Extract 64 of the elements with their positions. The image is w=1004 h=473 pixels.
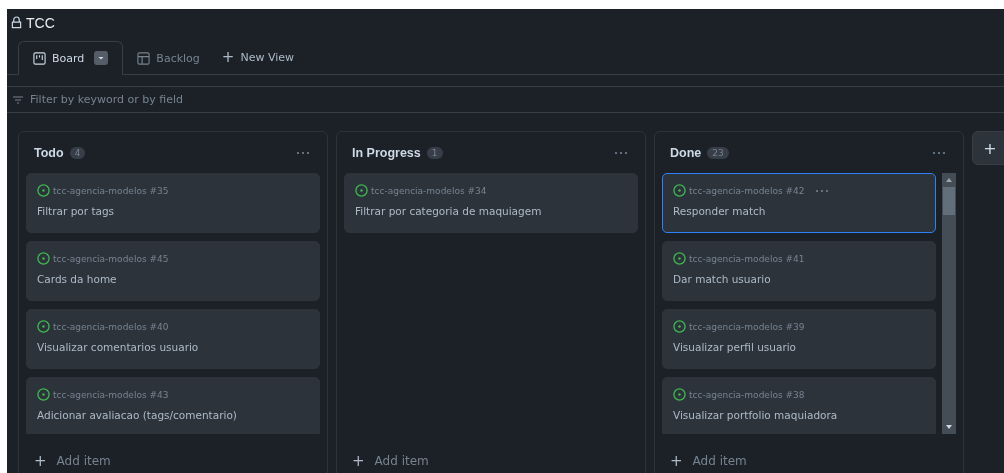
issue-reference[interactable]: tcc-agencia-modelos #45	[53, 253, 169, 264]
open-issue-icon	[673, 320, 686, 333]
open-issue-icon	[673, 388, 686, 401]
issue-card[interactable]: tcc-agencia-modelos #45 Cards da home	[26, 241, 320, 301]
item-count: 4	[69, 146, 86, 159]
issue-reference[interactable]: tcc-agencia-modelos #43	[53, 389, 169, 400]
issue-reference[interactable]: tcc-agencia-modelos #41	[689, 253, 805, 264]
scrollbar[interactable]	[942, 173, 956, 434]
board-icon	[33, 51, 46, 65]
issue-reference[interactable]: tcc-agencia-modelos #39	[689, 321, 805, 332]
issue-card[interactable]: tcc-agencia-modelos #38 Visualizar portfolio maquiadora	[662, 377, 936, 434]
project-title: TCC	[26, 14, 55, 31]
open-issue-icon	[37, 252, 50, 265]
open-issue-icon	[37, 184, 50, 197]
open-issue-icon	[673, 252, 686, 265]
open-issue-icon	[37, 388, 50, 401]
more-icon[interactable]	[296, 150, 310, 155]
item-count: 23	[707, 146, 729, 159]
more-icon[interactable]	[614, 150, 628, 155]
issue-card[interactable]: tcc-agencia-modelos #35 Filtrar por tags	[26, 173, 320, 233]
issue-reference[interactable]: tcc-agencia-modelos #35	[53, 185, 169, 196]
issue-reference[interactable]: tcc-agencia-modelos #42	[689, 185, 805, 196]
issue-card[interactable]: tcc-agencia-modelos #43 Adicionar avaliacao (tags/comentario)	[26, 377, 320, 434]
lock-icon	[11, 16, 22, 29]
add-column-button[interactable]: +	[972, 131, 1004, 165]
issue-card[interactable]: tcc-agencia-modelos #34 Filtrar por categoria de maquiagem	[344, 173, 638, 233]
open-issue-icon	[673, 184, 686, 197]
issue-card[interactable]: tcc-agencia-modelos #40 Visualizar comentarios usuario	[26, 309, 320, 369]
add-item-button[interactable]: + Add item	[662, 442, 755, 473]
issue-reference[interactable]: tcc-agencia-modelos #34	[371, 185, 487, 196]
issue-title: Visualizar portfolio maquiadora	[673, 409, 839, 421]
open-issue-icon	[355, 184, 368, 197]
issue-card[interactable]: tcc-agencia-modelos #39 Visualizar perfil usuario	[662, 309, 936, 369]
issue-title: Adicionar avaliacao (tags/comentario)	[37, 409, 238, 421]
issue-reference[interactable]: tcc-agencia-modelos #38	[689, 389, 805, 400]
open-issue-icon	[37, 320, 50, 333]
issue-card[interactable]: tcc-agencia-modelos #41 Dar match usuario	[662, 241, 936, 301]
scroll-down-icon[interactable]	[945, 424, 953, 430]
issue-reference[interactable]: tcc-agencia-modelos #40	[53, 321, 169, 332]
issue-title: Filtrar por tags	[37, 205, 116, 217]
issue-title: Responder match	[673, 205, 767, 217]
column-title: In Progress	[352, 145, 421, 160]
scroll-up-icon[interactable]	[945, 177, 953, 183]
issue-title: Filtrar por categoria de maquiagem	[355, 205, 543, 217]
dropdown-icon[interactable]	[94, 51, 109, 65]
filter-field[interactable]: Filter by keyword or by field	[30, 93, 330, 106]
new-view-button[interactable]: + New View	[213, 40, 302, 74]
table-icon	[137, 51, 151, 65]
issue-title: Cards da home	[37, 273, 118, 285]
column-title: Done	[670, 145, 702, 160]
add-item-button[interactable]: + Add item	[344, 442, 437, 473]
view-tab[interactable]: Backlog	[123, 41, 214, 75]
scroll-thumb[interactable]	[943, 187, 955, 215]
filter-icon	[12, 94, 24, 105]
more-icon[interactable]	[932, 150, 946, 155]
view-tab[interactable]: Board	[18, 41, 124, 75]
item-count: 1	[426, 146, 443, 159]
add-item-button[interactable]: + Add item	[26, 442, 119, 473]
issue-title: Dar match usuario	[673, 273, 772, 285]
issue-title: Visualizar perfil usuario	[673, 341, 798, 353]
more-icon[interactable]	[815, 188, 830, 193]
column-title: Todo	[34, 145, 64, 160]
issue-title: Visualizar comentarios usuario	[37, 341, 200, 353]
issue-card[interactable]: tcc-agencia-modelos #42 Responder match	[662, 173, 936, 233]
